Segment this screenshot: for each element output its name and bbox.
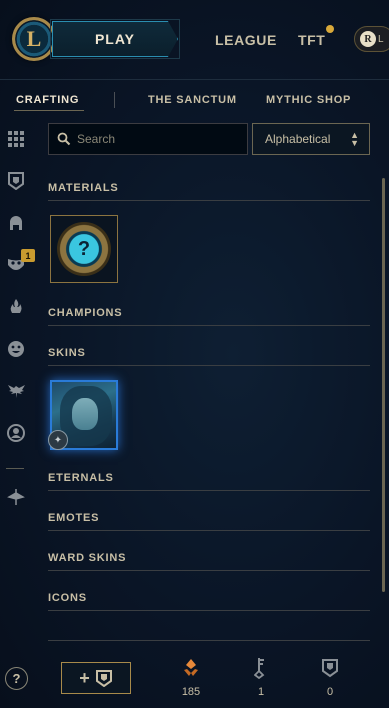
skin-art-face [72,398,98,430]
mask-count-badge: 1 [21,249,35,262]
section-ward-skins: WARD SKINS [48,552,127,564]
section-divider [48,200,370,201]
tab-divider [114,92,115,108]
mystery-material-tile[interactable]: ? [50,215,118,283]
section-materials: MATERIALS [48,182,119,194]
logo-glyph: L [26,26,42,51]
tab-active-underline [14,110,84,111]
legends-of-runeterra-button[interactable]: R L [354,26,389,52]
flame-icon[interactable] [6,297,26,317]
add-ward-button[interactable]: + [61,662,131,694]
tab-mythic-shop[interactable]: MYTHIC SHOP [266,94,351,106]
section-eternals: ETERNALS [48,472,114,484]
section-skins: SKINS [48,347,86,359]
section-icons: ICONS [48,592,87,604]
helmet-icon[interactable] [6,213,26,233]
section-emotes: EMOTES [48,512,100,524]
bottom-divider [48,640,370,641]
wings-icon[interactable] [6,381,26,401]
sort-selected-value: Alphabetical [265,132,331,146]
key-value: 1 [257,686,265,698]
search-icon [57,132,71,146]
top-bar: L PLAY LEAGUE TFT R L [0,0,389,80]
section-divider [48,490,370,491]
ward-icon [310,656,350,680]
section-divider [48,365,370,366]
ward-counter: 0 [310,656,350,698]
orange-essence-icon [171,656,211,680]
section-divider [48,530,370,531]
sort-dropdown[interactable]: Alphabetical ▲ ▼ [252,123,370,155]
tft-notification-dot [326,25,334,33]
section-champions: CHAMPIONS [48,307,123,319]
search-input[interactable] [77,132,237,146]
orange-essence-value: 185 [181,686,201,698]
ward-icon[interactable] [6,171,26,191]
tab-the-sanctum[interactable]: THE SANCTUM [148,94,237,106]
section-divider [48,610,370,611]
help-button[interactable]: ? [5,667,28,690]
league-logo-icon[interactable]: L [12,17,56,61]
sort-arrows-icon: ▲ ▼ [350,130,359,148]
plus-icon: + [79,667,90,688]
key-icon [241,656,281,680]
runeterra-label: L [378,33,384,45]
grid-icon[interactable] [6,129,26,149]
rail-divider [6,468,24,469]
section-divider [48,325,370,326]
arrow-emblem-icon[interactable] [6,487,26,507]
runeterra-icon: R [360,31,376,47]
profile-icon[interactable] [6,423,26,443]
orange-essence-counter: 185 [171,656,211,698]
loot-scrollbar[interactable] [382,178,385,592]
play-button[interactable]: PLAY [52,21,178,57]
nav-league[interactable]: LEAGUE [215,32,277,48]
emote-face-icon[interactable] [6,339,26,359]
ward-value: 0 [326,686,334,698]
tab-crafting[interactable]: CRAFTING [16,94,79,106]
skin-tier-emblem-icon: ✦ [48,430,68,450]
section-divider [48,570,370,571]
ward-icon [95,670,112,687]
mystery-orb-icon: ? [57,222,111,276]
search-field[interactable] [48,123,248,155]
key-counter: 1 [241,656,281,698]
nav-tft[interactable]: TFT [298,32,325,48]
loot-tabs: CRAFTING THE SANCTUM MYTHIC SHOP [0,80,389,114]
